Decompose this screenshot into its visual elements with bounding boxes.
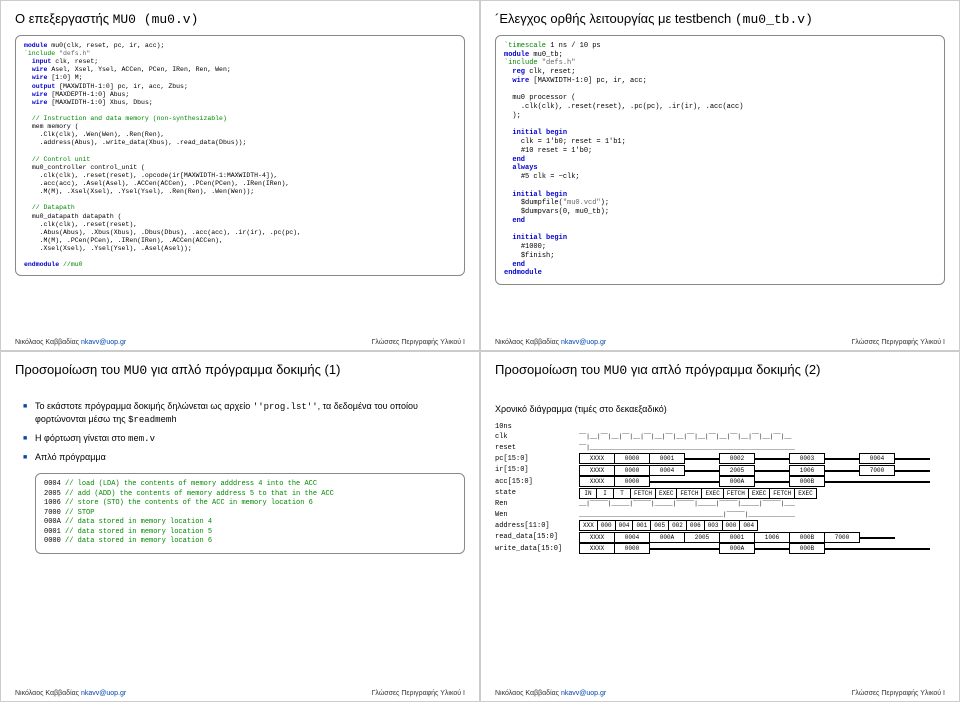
slide4-title: Προσομοίωση του MU0 για απλό πρόγραμμα δ… bbox=[495, 362, 945, 380]
slide-sim1: Προσομοίωση του MU0 για απλό πρόγραμμα δ… bbox=[0, 351, 480, 702]
slide1-title-mono: MU0 (mu0.v) bbox=[113, 12, 199, 27]
footer-right: Γλώσσες Περιγραφής Υλικού Ι bbox=[372, 339, 465, 346]
row-addr: XXX000004001005002006003000004 bbox=[579, 520, 929, 532]
footer-left: Νικόλαος Καββαδίας nkavv@uop.gr bbox=[495, 339, 606, 346]
slide1-title: Ο επεξεργαστής MU0 (mu0.v) bbox=[15, 11, 465, 29]
row-ir: XXXX00000004200510067000 bbox=[579, 465, 929, 477]
slide2-title-text: ´Ελεγχος ορθής λειτουργίας με testbench bbox=[495, 11, 735, 26]
slide3-footer: Νικόλαος Καββαδίας nkavv@uop.gr Γλώσσες … bbox=[15, 686, 465, 697]
footer-left: Νικόλαος Καββαδίας nkavv@uop.gr bbox=[495, 690, 606, 697]
footer-left: Νικόλαος Καββαδίας nkavv@uop.gr bbox=[15, 339, 126, 346]
slide4-footer: Νικόλαος Καββαδίας nkavv@uop.gr Γλώσσες … bbox=[495, 686, 945, 697]
slide2-footer: Νικόλαος Καββαδίας nkavv@uop.gr Γλώσσες … bbox=[495, 335, 945, 346]
timing-diagram: 10ns clk‾‾|__|‾‾|__|‾‾|__|‾‾|__|‾‾|__|‾‾… bbox=[495, 422, 945, 555]
footer-right: Γλώσσες Περιγραφής Υλικού Ι bbox=[852, 339, 945, 346]
footer-left: Νικόλαος Καββαδίας nkavv@uop.gr bbox=[15, 690, 126, 697]
bullet-1: Το εκάστοτε πρόγραμμα δοκιμής δηλώνεται … bbox=[23, 400, 465, 426]
slide3-title: Προσομοίωση του MU0 για απλό πρόγραμμα δ… bbox=[15, 362, 465, 380]
prog-listing: 0004 // load (LDA) the contents of memor… bbox=[35, 473, 465, 553]
row-pc: XXXX00000001000200030004 bbox=[579, 453, 929, 465]
slide3-bullets: Το εκάστοτε πρόγραμμα δοκιμής δηλώνεται … bbox=[15, 400, 465, 470]
slide1-footer: Νικόλαος Καββαδίας nkavv@uop.gr Γλώσσες … bbox=[15, 335, 465, 346]
slide1-title-text: Ο επεξεργαστής bbox=[15, 11, 113, 26]
bullet-2: Η φόρτωση γίνεται στο mem.v bbox=[23, 432, 465, 445]
slide1-codebox: module mu0(clk, reset, pc, ir, acc); `in… bbox=[15, 35, 465, 277]
slide-mu0-processor: Ο επεξεργαστής MU0 (mu0.v) module mu0(cl… bbox=[0, 0, 480, 351]
row-acc: XXXX0000000A000B bbox=[579, 476, 929, 488]
row-rdata: XXXX0004000A200500011006000B7000 bbox=[579, 532, 929, 544]
slide-sim2: Προσομοίωση του MU0 για απλό πρόγραμμα δ… bbox=[480, 351, 960, 702]
footer-right: Γλώσσες Περιγραφής Υλικού Ι bbox=[372, 690, 465, 697]
row-wdata: XXXX0000000A000B bbox=[579, 543, 929, 555]
slide-testbench: ´Ελεγχος ορθής λειτουργίας με testbench … bbox=[480, 0, 960, 351]
row-state: INITFETCHEXECFETCHEXECFETCHEXECFETCHEXEC bbox=[579, 488, 929, 500]
slide2-title-mono: (mu0_tb.v) bbox=[735, 12, 813, 27]
footer-right: Γλώσσες Περιγραφής Υλικού Ι bbox=[852, 690, 945, 697]
timing-caption: Χρονικό διάγραμμα (τιμές στο δεκαεξαδικό… bbox=[495, 404, 945, 414]
bullet-3: Απλό πρόγραμμα bbox=[23, 451, 465, 463]
slide2-codebox: `timescale 1 ns / 10 ps module mu0_tb; `… bbox=[495, 35, 945, 285]
slide2-title: ´Ελεγχος ορθής λειτουργίας με testbench … bbox=[495, 11, 945, 29]
